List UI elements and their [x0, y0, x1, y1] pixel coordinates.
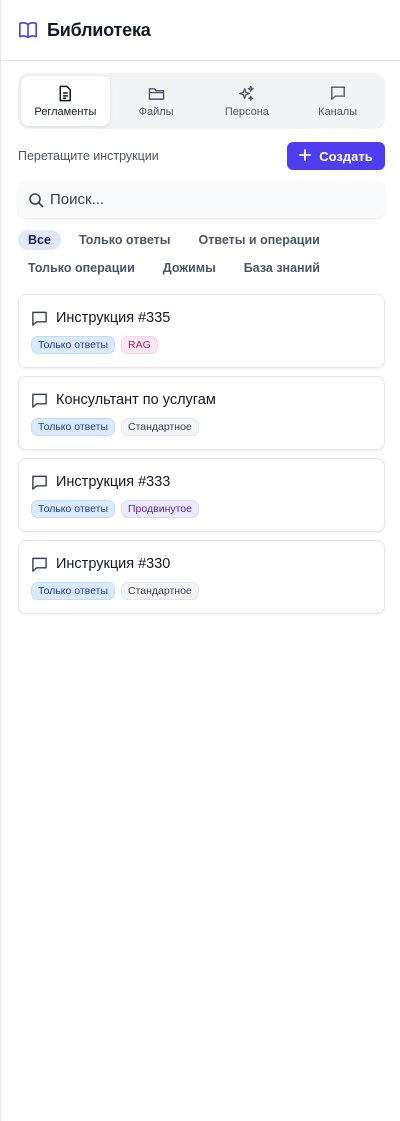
library-tabs: Регламенты Файлы Персона Каналы [18, 73, 385, 129]
instruction-list: Инструкция #335 Только ответы RAG Консул… [18, 294, 385, 622]
type-badge: Стандартное [121, 582, 199, 600]
plus-icon [299, 148, 312, 164]
type-badge: Продвинутое [121, 500, 199, 518]
instruction-card[interactable]: Инструкция #335 Только ответы RAG [18, 294, 385, 368]
sparkles-icon [238, 84, 256, 102]
chat-icon [31, 473, 49, 491]
folder-icon [147, 84, 165, 102]
filter-knowledge-base[interactable]: База знаний [234, 258, 330, 278]
create-button-label: Создать [319, 148, 373, 164]
create-button[interactable]: Создать [287, 142, 385, 170]
type-badge: RAG [121, 336, 158, 354]
tab-label: Каналы [318, 106, 358, 118]
mode-badge: Только ответы [31, 500, 115, 518]
mode-badge: Только ответы [31, 582, 115, 600]
tab-persona[interactable]: Персона [203, 76, 292, 126]
chat-icon [31, 555, 49, 573]
mode-badge: Только ответы [31, 336, 115, 354]
action-row: Перетащите инструкции Создать [18, 142, 385, 170]
instruction-card[interactable]: Консультант по услугам Только ответы Ста… [18, 376, 385, 450]
header: Библиотека [1, 0, 400, 61]
filter-answers-and-operations[interactable]: Ответы и операции [188, 230, 329, 250]
drag-hint: Перетащите инструкции [18, 149, 159, 163]
search-input[interactable] [50, 191, 350, 208]
mode-badge: Только ответы [31, 418, 115, 436]
chat-icon [31, 309, 49, 327]
tab-channels[interactable]: Каналы [293, 76, 382, 126]
tab-reglamenty[interactable]: Регламенты [21, 76, 110, 126]
book-open-icon [17, 19, 39, 41]
tab-files[interactable]: Файлы [112, 76, 201, 126]
instruction-title: Инструкция #335 [56, 310, 171, 326]
instruction-card[interactable]: Инструкция #330 Только ответы Стандартно… [18, 540, 385, 614]
instruction-title: Инструкция #330 [56, 556, 171, 572]
filter-follow-ups[interactable]: Дожимы [153, 258, 226, 278]
instruction-title: Инструкция #333 [56, 474, 171, 490]
chat-icon [31, 391, 49, 409]
tab-label: Регламенты [34, 106, 97, 118]
tab-label: Файлы [138, 106, 174, 118]
filter-answers-only[interactable]: Только ответы [69, 230, 181, 250]
search-icon [28, 192, 44, 208]
page-title: Библиотека [47, 19, 151, 40]
type-badge: Стандартное [121, 418, 199, 436]
library-panel: Библиотека Регламенты Файлы Персона Кана… [0, 0, 400, 1121]
filter-chips: Все Только ответы Ответы и операции Толь… [18, 229, 385, 285]
chat-icon [329, 84, 347, 102]
instruction-card[interactable]: Инструкция #333 Только ответы Продвинуто… [18, 458, 385, 532]
document-icon [56, 84, 74, 102]
instruction-title: Консультант по услугам [56, 392, 216, 408]
filter-all[interactable]: Все [18, 230, 61, 250]
search-box[interactable] [18, 181, 385, 218]
tab-label: Персона [224, 106, 269, 118]
filter-operations-only[interactable]: Только операции [18, 258, 145, 278]
